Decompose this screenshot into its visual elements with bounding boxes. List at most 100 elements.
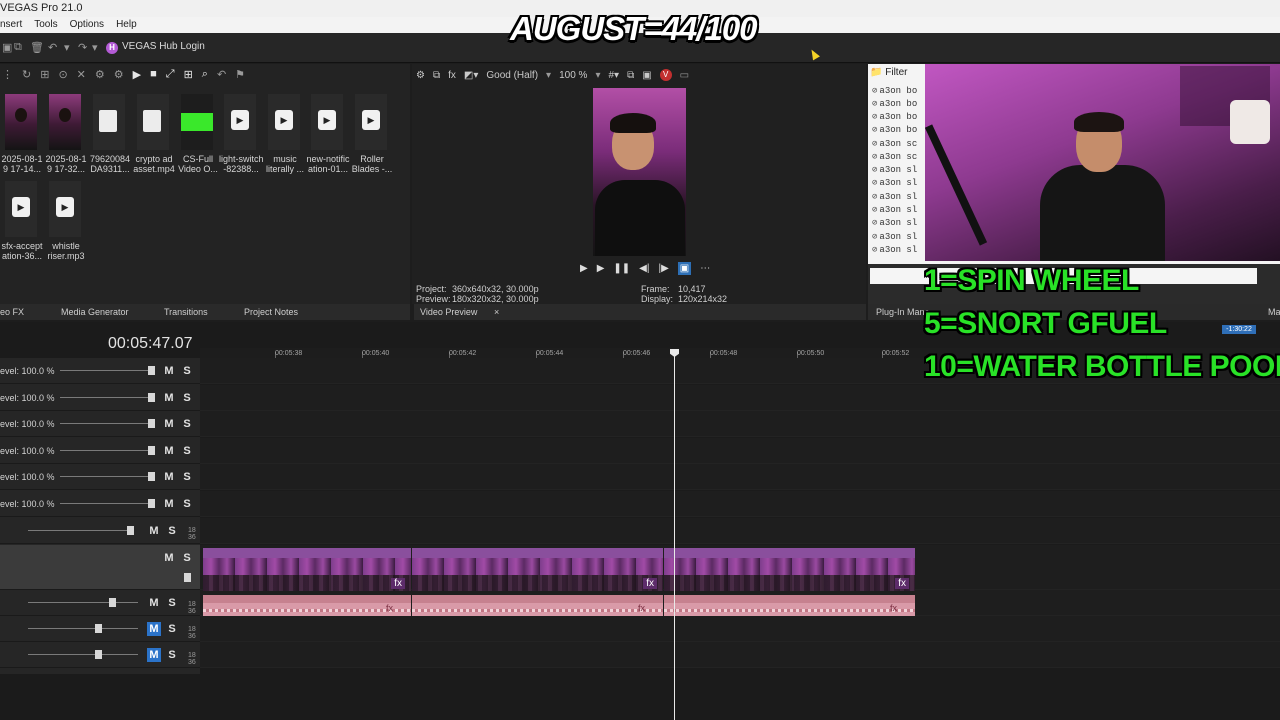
- media-item[interactable]: sfx-accept ation-36...: [0, 181, 43, 271]
- chevron-down-icon[interactable]: ▾: [546, 69, 551, 83]
- explorer-file[interactable]: a3on bo: [872, 124, 917, 137]
- mute-button[interactable]: M: [162, 444, 176, 458]
- delete-icon[interactable]: 🗑: [30, 41, 44, 54]
- volume-slider-knob[interactable]: [95, 624, 102, 633]
- play-icon[interactable]: ▶: [133, 68, 141, 84]
- undo-icon[interactable]: ↶: [48, 41, 57, 54]
- effects-icon[interactable]: ⚙: [95, 68, 105, 84]
- search-icon[interactable]: ⌕: [202, 68, 208, 84]
- video-clip[interactable]: 2025-08-19 17-14-14-vertical fx: [203, 548, 411, 591]
- explorer-file[interactable]: a3on sl: [872, 204, 917, 217]
- level-slider-knob[interactable]: [148, 366, 155, 375]
- view-icon[interactable]: ⋮: [2, 68, 13, 84]
- mute-button[interactable]: M: [162, 364, 176, 378]
- track-lane[interactable]: [200, 438, 1280, 464]
- track-header[interactable]: M S 18 36: [0, 518, 200, 544]
- track-header[interactable]: M S 18 36: [0, 590, 200, 616]
- save-snapshot-icon[interactable]: ▣: [642, 69, 651, 83]
- clip-fx-button[interactable]: fx: [895, 578, 909, 589]
- copy-snapshot-icon[interactable]: ⧉: [627, 69, 634, 83]
- audio-clip[interactable]: 2025-08-19 17-14-14-vertical fx: [203, 595, 411, 616]
- media-item[interactable]: whistle riser.mp3: [44, 181, 86, 271]
- explorer-file[interactable]: a3on sl: [872, 177, 917, 190]
- media-item[interactable]: new-notific ation-01...: [306, 94, 350, 184]
- explorer-file[interactable]: a3on bo: [872, 98, 917, 111]
- audio-clip[interactable]: 2025-08-19 17-32-14-vertical fx: [412, 595, 663, 616]
- solo-button[interactable]: S: [165, 622, 179, 636]
- track-header[interactable]: evel: 100.0 % M S: [0, 358, 200, 384]
- solo-button[interactable]: S: [180, 364, 194, 378]
- redo-icon[interactable]: ↷: [78, 41, 87, 54]
- solo-button[interactable]: S: [165, 524, 179, 538]
- level-slider-knob[interactable]: [148, 446, 155, 455]
- level-slider-knob[interactable]: [148, 393, 155, 402]
- explorer-file[interactable]: a3on sl: [872, 191, 917, 204]
- track-header-selected[interactable]: M S: [0, 545, 200, 590]
- clip-fx-button[interactable]: fx: [391, 578, 405, 589]
- fx-icon[interactable]: fx: [448, 69, 456, 83]
- play-icon[interactable]: ▶: [597, 262, 605, 275]
- capture-icon[interactable]: ⊙: [58, 68, 67, 84]
- track-header[interactable]: evel: 100.0 % M S: [0, 491, 200, 517]
- auto-preview-icon[interactable]: ⤢: [166, 68, 175, 84]
- clip-fx-button[interactable]: fx: [890, 603, 897, 613]
- explorer-file[interactable]: a3on sc: [872, 138, 917, 151]
- mute-button-active[interactable]: M: [147, 648, 161, 662]
- vegas-hub-login-link[interactable]: VEGAS Hub Login: [122, 41, 205, 52]
- tab-media-generator[interactable]: Media Generator: [61, 304, 129, 320]
- tab-project-notes[interactable]: Project Notes: [244, 304, 298, 320]
- volume-slider[interactable]: [28, 654, 138, 655]
- clip-fx-button[interactable]: fx: [638, 603, 645, 613]
- media-item[interactable]: crypto ad asset.mp4: [132, 94, 175, 184]
- ma-tab-label[interactable]: Ma: [1268, 304, 1280, 320]
- media-item[interactable]: 79620084 DA9311...: [88, 94, 130, 184]
- level-slider[interactable]: [60, 423, 152, 424]
- level-slider[interactable]: [60, 476, 152, 477]
- explorer-file[interactable]: a3on sc: [872, 151, 917, 164]
- track-lane[interactable]: [200, 464, 1280, 490]
- solo-button[interactable]: S: [180, 470, 194, 484]
- solo-button[interactable]: S: [180, 444, 194, 458]
- mute-button[interactable]: M: [147, 596, 161, 610]
- mute-button-active[interactable]: M: [147, 622, 161, 636]
- undo-history-icon[interactable]: ▾: [64, 41, 70, 54]
- redo-history-icon[interactable]: ▾: [92, 41, 98, 54]
- explorer-file[interactable]: a3on sl: [872, 244, 917, 257]
- more-icon[interactable]: ⋯: [700, 262, 710, 275]
- volume-slider[interactable]: [28, 530, 132, 531]
- media-item[interactable]: Roller Blades -...: [350, 94, 392, 184]
- save-icon[interactable]: ▣: [2, 41, 12, 54]
- video-clip[interactable]: 2025-08-19 17-14-14-vertical fx: [664, 548, 915, 591]
- clip-fx-button[interactable]: fx: [386, 603, 393, 613]
- track-lane[interactable]: [200, 642, 1280, 668]
- explorer-file[interactable]: a3on sl: [872, 231, 917, 244]
- track-lane[interactable]: [200, 518, 1280, 544]
- volume-slider-knob[interactable]: [95, 650, 102, 659]
- level-slider-knob[interactable]: [148, 499, 155, 508]
- explorer-file[interactable]: a3on bo: [872, 85, 917, 98]
- external-monitor-icon[interactable]: ⧉: [433, 69, 440, 83]
- volume-slider-knob[interactable]: [127, 526, 134, 535]
- tab-transitions[interactable]: Transitions: [164, 304, 208, 320]
- volume-slider[interactable]: [28, 628, 138, 629]
- overlays-icon[interactable]: #▾: [608, 69, 619, 83]
- explorer-file[interactable]: a3on bo: [872, 111, 917, 124]
- filter-button[interactable]: 📁 Filter: [870, 67, 907, 78]
- prev-frame-icon[interactable]: ◀|: [639, 262, 649, 275]
- solo-button[interactable]: S: [180, 391, 194, 405]
- play-from-start-icon[interactable]: ▶: [580, 262, 588, 275]
- level-slider[interactable]: [60, 450, 152, 451]
- properties-icon[interactable]: ⚙: [416, 69, 425, 83]
- track-header[interactable]: M S 18 36: [0, 642, 200, 668]
- playhead-line[interactable]: [674, 350, 675, 720]
- track-header[interactable]: M S 18 36: [0, 616, 200, 642]
- clip-fx-button[interactable]: fx: [643, 578, 657, 589]
- refresh-icon[interactable]: ↻: [22, 68, 31, 84]
- remove-icon[interactable]: ✕: [77, 68, 86, 84]
- properties-icon[interactable]: ⚙: [114, 68, 124, 84]
- video-clip[interactable]: 2025-08-19 17-32-14-vertical fx: [412, 548, 663, 591]
- close-icon[interactable]: ×: [494, 304, 499, 320]
- track-header[interactable]: evel: 100.0 % M S: [0, 411, 200, 437]
- solo-button[interactable]: S: [165, 648, 179, 662]
- mute-button[interactable]: M: [162, 417, 176, 431]
